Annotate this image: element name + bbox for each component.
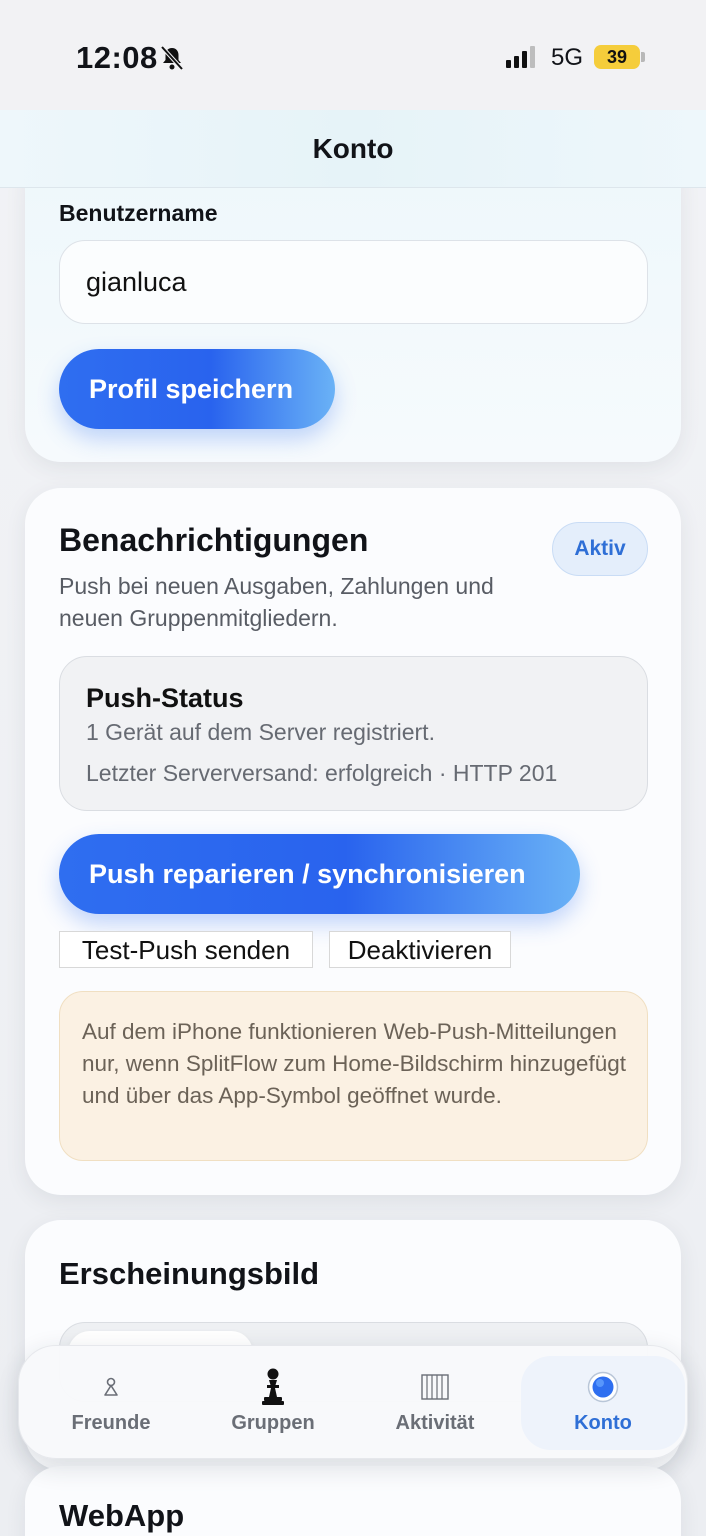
- push-status-box: Push-Status 1 Gerät auf dem Server regis…: [59, 656, 648, 811]
- nav-header: Konto: [0, 110, 706, 188]
- page-title: Konto: [312, 133, 394, 164]
- notifications-description: Push bei neuen Ausgaben, Zahlungen und n…: [59, 573, 494, 631]
- iphone-hint-text: Auf dem iPhone funktionieren Web-Push-Mi…: [82, 1019, 626, 1108]
- person-icon: [29, 1370, 193, 1404]
- username-input[interactable]: gianluca: [59, 240, 648, 324]
- tab-konto[interactable]: Konto: [521, 1356, 685, 1450]
- webapp-card: WebApp: [25, 1466, 681, 1536]
- tab-gruppen[interactable]: Gruppen: [191, 1356, 355, 1450]
- push-status-title: Push-Status: [86, 683, 244, 713]
- username-label: Benutzername: [59, 200, 218, 226]
- iphone-hint-box: Auf dem iPhone funktionieren Web-Push-Mi…: [59, 991, 648, 1161]
- tab-freunde[interactable]: Freunde: [29, 1356, 193, 1450]
- appearance-title: Erscheinungsbild: [59, 1256, 320, 1291]
- status-time: 12:08: [76, 40, 158, 75]
- status-badge: Aktiv: [552, 522, 648, 576]
- deactivate-button[interactable]: Deaktivieren: [329, 931, 511, 968]
- notifications-title: Benachrichtigungen: [59, 522, 369, 558]
- tab-bar: Freunde Gruppen Aktivität Konto: [18, 1345, 688, 1459]
- tab-aktivitaet[interactable]: Aktivität: [353, 1356, 517, 1450]
- tab-label-gruppen: Gruppen: [231, 1412, 315, 1434]
- status-bar: 12:08 5G 39: [0, 0, 706, 110]
- test-push-button[interactable]: Test-Push senden: [59, 931, 313, 968]
- bell-slash-icon: [160, 45, 184, 71]
- push-status-last-send: Letzter Serverversand: erfolgreich · HTT…: [86, 760, 558, 786]
- blue-circle-icon: [521, 1370, 685, 1404]
- notifications-card: Benachrichtigungen Aktiv Push bei neuen …: [25, 488, 681, 1195]
- tab-label-konto: Konto: [574, 1412, 632, 1434]
- push-status-devices: 1 Gerät auf dem Server registriert.: [86, 719, 435, 745]
- battery-tip: [641, 52, 645, 62]
- signal-icon: [506, 46, 535, 68]
- chess-pawn-icon: [191, 1368, 355, 1405]
- battery-level: 39: [606, 47, 628, 67]
- network-label: 5G: [551, 44, 584, 71]
- tab-label-aktivitaet: Aktivität: [395, 1412, 475, 1434]
- save-profile-button[interactable]: Profil speichern: [59, 349, 335, 429]
- repair-push-button[interactable]: Push reparieren / synchronisieren: [59, 834, 580, 914]
- profile-card: Benutzername gianluca Profil speichern: [25, 150, 681, 462]
- webapp-title: WebApp: [59, 1498, 185, 1533]
- tab-label-freunde: Freunde: [71, 1412, 151, 1434]
- account-screen: 12:08 5G 39 Konto Benutzername gianluca …: [0, 0, 706, 1536]
- columns-icon: [353, 1370, 517, 1404]
